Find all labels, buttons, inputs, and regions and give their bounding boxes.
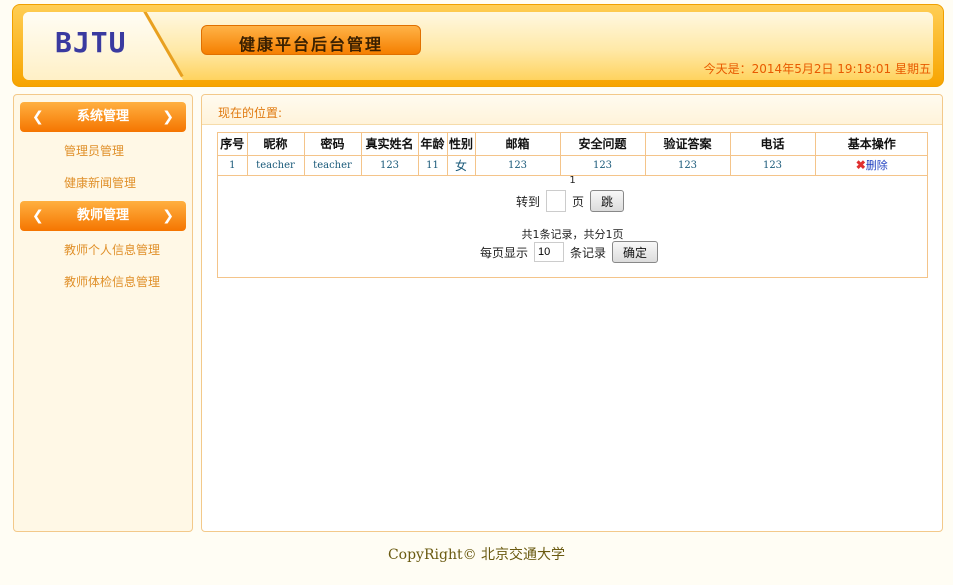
per-page-row: 每页显示 条记录 确定: [480, 241, 659, 263]
sidebar: ❮ 系统管理 ❯ 管理员管理 健康新闻管理 ❮ 教师管理 ❯ 教师个人信息管理 …: [13, 94, 193, 532]
table-row: 1 teacher teacher 123 11 女 123 123 123 1…: [218, 155, 928, 176]
delete-icon[interactable]: ✖: [856, 158, 866, 172]
column-header: 安全问题: [560, 133, 646, 156]
column-header: 昵称: [247, 133, 305, 156]
page-number-link[interactable]: 1: [218, 175, 927, 186]
chevron-left-icon: ❮: [32, 208, 44, 224]
page-title-badge: 健康平台后台管理: [201, 25, 421, 55]
column-header: 真实姓名: [361, 133, 419, 156]
sidebar-group-label: 教师管理: [76, 208, 129, 223]
location-bar: 现在的位置:: [202, 95, 942, 125]
page-unit-label: 页: [572, 194, 585, 209]
chevron-right-icon: ❯: [162, 109, 174, 125]
column-header: 年龄: [418, 133, 448, 156]
header: BJTU 健康平台后台管理 今天是：2014年5月2日 19:18:01 星期五: [12, 4, 944, 87]
column-header: 电话: [730, 133, 816, 156]
cell-real-name: 123: [361, 155, 419, 176]
sidebar-group-label: 系统管理: [76, 109, 129, 124]
per-page-label: 每页显示: [480, 245, 529, 260]
table-header-row: 序号 昵称 密码 真实姓名 年龄 性别 邮箱 安全问题 验证答案 电话 基本操作: [218, 133, 928, 156]
column-header: 验证答案: [645, 133, 731, 156]
column-header: 密码: [304, 133, 362, 156]
cell-security-answer: 123: [645, 155, 731, 176]
cell-security-question: 123: [560, 155, 646, 176]
per-page-input[interactable]: [534, 242, 565, 262]
records-unit-label: 条记录: [570, 245, 607, 260]
column-header: 序号: [218, 133, 248, 156]
cell-nickname: teacher: [247, 155, 305, 176]
cell-age: 11: [418, 155, 448, 176]
page-title: 健康平台后台管理: [238, 35, 383, 54]
column-header: 邮箱: [475, 133, 561, 156]
location-label: 现在的位置:: [218, 106, 283, 120]
cell-phone: 123: [730, 155, 816, 176]
current-date: 今天是：2014年5月2日 19:18:01 星期五: [703, 62, 931, 76]
data-table: 序号 昵称 密码 真实姓名 年龄 性别 邮箱 安全问题 验证答案 电话 基本操作…: [218, 133, 928, 176]
chevron-left-icon: ❮: [32, 109, 44, 125]
cell-email: 123: [475, 155, 561, 176]
goto-page-row: 转到 页 跳: [516, 189, 625, 213]
main-panel: 现在的位置: 序号 昵称 密码 真实姓名 年龄 性别 邮箱 安全问题 验证答案: [201, 94, 943, 532]
copyright-footer: CopyRight© 北京交通大学: [387, 547, 566, 563]
goto-label: 转到: [516, 194, 541, 209]
cell-password: teacher: [304, 155, 362, 176]
cell-id: 1: [218, 155, 248, 176]
column-header: 性别: [447, 133, 476, 156]
sidebar-item-admin[interactable]: 管理员管理: [64, 142, 124, 159]
logo: BJTU: [55, 26, 127, 59]
sidebar-group-system[interactable]: ❮ 系统管理 ❯: [20, 102, 186, 132]
record-summary: 共1条记录，共分1页: [521, 228, 624, 241]
confirm-button[interactable]: 确定: [612, 241, 659, 263]
column-header: 基本操作: [815, 133, 928, 156]
sidebar-item-teacher-info[interactable]: 教师个人信息管理: [64, 241, 160, 258]
jump-button[interactable]: 跳: [590, 190, 625, 212]
sidebar-item-health-news[interactable]: 健康新闻管理: [64, 174, 136, 191]
header-banner: BJTU 健康平台后台管理 今天是：2014年5月2日 19:18:01 星期五: [23, 12, 933, 80]
data-table-container: 序号 昵称 密码 真实姓名 年龄 性别 邮箱 安全问题 验证答案 电话 基本操作…: [217, 132, 928, 278]
goto-page-input[interactable]: [546, 190, 567, 212]
sidebar-item-teacher-checkup[interactable]: 教师体检信息管理: [64, 273, 160, 290]
cell-actions: ✖删除: [815, 155, 928, 176]
delete-link[interactable]: 删除: [866, 159, 888, 172]
chevron-right-icon: ❯: [162, 208, 174, 224]
cell-gender: 女: [447, 155, 476, 176]
sidebar-group-teacher[interactable]: ❮ 教师管理 ❯: [20, 201, 186, 231]
